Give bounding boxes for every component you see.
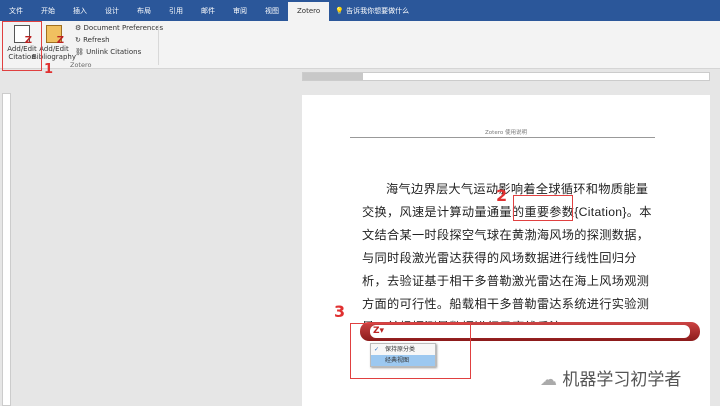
tab-design[interactable]: 设计 [96, 6, 128, 16]
watermark-text: 机器学习初学者 [562, 370, 682, 390]
ribbon-tabs: 文件 开始 插入 设计 布局 引用 邮件 审阅 视图 Zotero 💡 告诉我你… [0, 0, 720, 21]
horizontal-ruler[interactable] [302, 72, 710, 81]
annotation-2: 2 [496, 186, 508, 205]
annotation-1: 1 [44, 62, 54, 77]
tab-file[interactable]: 文件 [0, 6, 32, 16]
unlink-citations-button[interactable]: ⛓ Unlink Citations [75, 48, 141, 56]
tab-layout[interactable]: 布局 [128, 6, 160, 16]
tab-mailings[interactable]: 邮件 [192, 6, 224, 16]
tab-home[interactable]: 开始 [32, 6, 64, 16]
group-separator [158, 25, 159, 65]
lightbulb-icon: 💡 [335, 6, 344, 15]
refresh-icon: ↻ [75, 36, 81, 44]
refresh-label: Refresh [83, 36, 110, 44]
highlight-box-2 [513, 195, 573, 221]
paragraph: 海气边界层大气运动影响着全球循环和物质能量交换，风速是计算动量通量的重要参数{C… [362, 178, 654, 339]
tab-review[interactable]: 审阅 [224, 6, 256, 16]
watermark: ☁ 机器学习初学者 [540, 365, 681, 390]
tab-view[interactable]: 视图 [256, 6, 288, 16]
header-line [350, 137, 655, 138]
vertical-ruler[interactable] [2, 93, 11, 406]
refresh-button[interactable]: ↻ Refresh [75, 36, 110, 44]
tab-references[interactable]: 引用 [160, 6, 192, 16]
document-body[interactable]: 海气边界层大气运动影响着全球循环和物质能量交换，风速是计算动量通量的重要参数{C… [362, 178, 654, 339]
ribbon-group-label: Zotero [70, 61, 92, 69]
document-preferences-label: Document Preferences [83, 24, 164, 32]
bibliography-icon: Z [46, 25, 64, 46]
document-preferences-button[interactable]: ⚙ Document Preferences [75, 24, 163, 32]
paragraph-text-after: 。本文结合某一时段探空气球在黄渤海风场的探测数据，与同时段激光雷达获得的风场数据… [362, 205, 652, 334]
unlink-icon: ⛓ [75, 48, 84, 56]
tab-insert[interactable]: 插入 [64, 6, 96, 16]
annotation-3: 3 [334, 302, 346, 321]
page-header: Zotero 使用说明 [485, 130, 527, 136]
zotero-ribbon: Z Add/Edit Citation Z Add/Edit Bibliogra… [0, 21, 720, 69]
highlight-box-1 [2, 21, 42, 71]
tell-me-label: 告诉我你想要做什么 [346, 6, 410, 15]
citation-field[interactable]: {Citation} [574, 205, 626, 219]
highlight-box-3 [350, 323, 471, 379]
wechat-icon: ☁ [540, 370, 557, 390]
unlink-citations-label: Unlink Citations [86, 48, 142, 56]
gear-icon: ⚙ [75, 24, 82, 32]
tab-zotero[interactable]: Zotero [288, 2, 330, 21]
tell-me-input[interactable]: 💡 告诉我你想要做什么 [335, 6, 409, 16]
